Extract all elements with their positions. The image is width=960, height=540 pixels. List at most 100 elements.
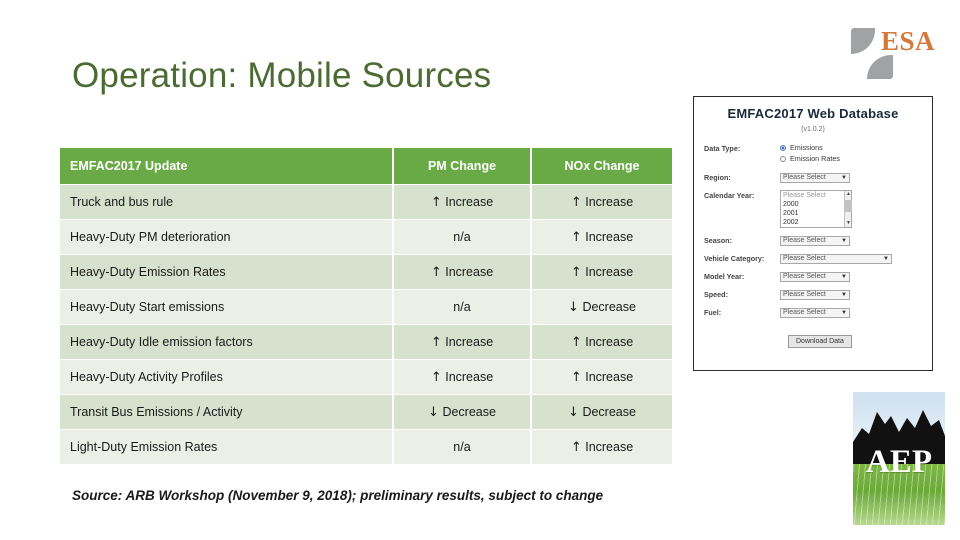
cell-nox-change: ↑ Increase bbox=[532, 255, 672, 289]
arrow-up-icon: ↑ bbox=[570, 229, 582, 245]
radio-emission-rates-label: Emission Rates bbox=[790, 154, 840, 163]
emfac-form: Data Type: Emissions Emission Rates Regi… bbox=[694, 143, 932, 348]
aep-logo-text: AEP bbox=[866, 444, 932, 480]
emfac-change-table: EMFAC2017 Update PM Change NOx Change Tr… bbox=[58, 147, 674, 465]
speed-select[interactable]: Please Select ▼ bbox=[780, 290, 850, 300]
region-label: Region: bbox=[704, 173, 731, 182]
cell-update-name: Heavy-Duty Emission Rates bbox=[60, 255, 392, 289]
arrow-down-icon: ↓ bbox=[568, 404, 579, 420]
scrollbar-thumb[interactable] bbox=[845, 200, 852, 212]
calendar-year-option[interactable]: 2000 bbox=[781, 200, 851, 209]
model-year-label: Model Year: bbox=[704, 272, 745, 281]
cell-nox-change: ↑ Increase bbox=[532, 220, 672, 254]
cell-nox-label: Decrease bbox=[582, 299, 636, 314]
vehicle-category-select-value: Please Select bbox=[783, 255, 826, 262]
table-row: Heavy-Duty Idle emission factors ↑ Increa… bbox=[60, 325, 672, 359]
scroll-up-icon[interactable]: ▲ bbox=[845, 191, 852, 198]
arrow-down-icon: ↓ bbox=[568, 299, 579, 315]
cell-pm-label: n/a bbox=[453, 230, 471, 244]
cell-pm-label: Increase bbox=[445, 264, 494, 279]
cell-nox-change: ↓ Decrease bbox=[532, 290, 672, 324]
table-row: Truck and bus rule ↑ Increase ↑ Increase bbox=[60, 185, 672, 219]
cell-update-name: Light-Duty Emission Rates bbox=[60, 430, 392, 464]
model-year-select-value: Please Select bbox=[783, 273, 826, 280]
fuel-select-value: Please Select bbox=[783, 309, 826, 316]
season-select[interactable]: Please Select ▼ bbox=[780, 236, 850, 246]
arrow-up-icon: ↑ bbox=[570, 334, 582, 350]
calendar-year-listbox[interactable]: Please Select 2000 2001 2002 ▲ ▼ bbox=[780, 190, 852, 228]
calendar-year-option[interactable]: 2002 bbox=[781, 218, 851, 227]
region-select-value: Please Select bbox=[783, 174, 826, 181]
cell-update-name: Heavy-Duty PM deterioration bbox=[60, 220, 392, 254]
chevron-down-icon: ▼ bbox=[883, 256, 889, 262]
cell-update-name: Heavy-Duty Activity Profiles bbox=[60, 360, 392, 394]
cell-nox-label: Increase bbox=[585, 264, 634, 279]
arrow-up-icon: ↑ bbox=[430, 194, 442, 210]
cell-nox-change: ↑ Increase bbox=[532, 360, 672, 394]
cell-pm-label: n/a bbox=[453, 300, 471, 314]
cell-update-name: Heavy-Duty Start emissions bbox=[60, 290, 392, 324]
emfac-panel-title: EMFAC2017 Web Database bbox=[727, 106, 899, 121]
calendar-year-label: Calendar Year: bbox=[704, 191, 755, 200]
cell-pm-change: ↑ Increase bbox=[394, 325, 530, 359]
field-fuel: Fuel: Please Select ▼ bbox=[704, 307, 924, 318]
emfac-panel-version: (v1.0.2) bbox=[801, 126, 825, 133]
cell-update-name: Truck and bus rule bbox=[60, 185, 392, 219]
chevron-down-icon: ▼ bbox=[841, 274, 847, 280]
esa-swoosh-bottom-icon bbox=[867, 55, 893, 79]
emfac-web-database-screenshot: EMFAC2017 Web Database (v1.0.2) Data Typ… bbox=[693, 96, 933, 371]
cell-pm-change: n/a bbox=[394, 430, 530, 464]
table-row: Heavy-Duty Start emissions n/a ↓ Decrease bbox=[60, 290, 672, 324]
table-row: Heavy-Duty PM deterioration n/a ↑ Increase bbox=[60, 220, 672, 254]
cell-nox-change: ↑ Increase bbox=[532, 325, 672, 359]
esa-logo-text: ESA bbox=[881, 26, 936, 56]
column-header-pm-change: PM Change bbox=[394, 148, 530, 184]
cell-nox-label: Increase bbox=[585, 229, 634, 244]
cell-pm-change: ↑ Increase bbox=[394, 185, 530, 219]
chevron-down-icon: ▼ bbox=[841, 238, 847, 244]
field-model-year: Model Year: Please Select ▼ bbox=[704, 271, 924, 282]
speed-select-value: Please Select bbox=[783, 291, 826, 298]
column-header-nox-change: NOx Change bbox=[532, 148, 672, 184]
cell-nox-label: Decrease bbox=[582, 404, 636, 419]
cell-pm-change: n/a bbox=[394, 220, 530, 254]
field-calendar-year: Calendar Year: Please Select 2000 2001 2… bbox=[704, 190, 924, 228]
cell-nox-change: ↑ Increase bbox=[532, 430, 672, 464]
radio-emission-rates-icon[interactable] bbox=[780, 155, 786, 162]
radio-option-emission-rates[interactable]: Emission Rates bbox=[780, 154, 924, 163]
vehicle-category-select[interactable]: Please Select ▼ bbox=[780, 254, 892, 264]
esa-swoosh-top-icon bbox=[851, 28, 875, 54]
table-row: Heavy-Duty Emission Rates ↑ Increase ↑ Inc… bbox=[60, 255, 672, 289]
arrow-up-icon: ↑ bbox=[430, 264, 442, 280]
cell-nox-label: Increase bbox=[585, 369, 634, 384]
chevron-down-icon: ▼ bbox=[841, 175, 847, 181]
arrow-up-icon: ↑ bbox=[570, 194, 582, 210]
download-data-button[interactable]: Download Data bbox=[788, 335, 852, 348]
model-year-select[interactable]: Please Select ▼ bbox=[780, 272, 850, 282]
fuel-select[interactable]: Please Select ▼ bbox=[780, 308, 850, 318]
arrow-up-icon: ↑ bbox=[570, 264, 582, 280]
field-data-type: Data Type: Emissions Emission Rates bbox=[704, 143, 924, 165]
field-season: Season: Please Select ▼ bbox=[704, 235, 924, 246]
calendar-year-option[interactable]: Please Select bbox=[781, 191, 851, 200]
field-region: Region: Please Select ▼ bbox=[704, 172, 924, 183]
fuel-label: Fuel: bbox=[704, 308, 722, 317]
cell-pm-change: ↓ Decrease bbox=[394, 395, 530, 429]
cell-update-name: Transit Bus Emissions / Activity bbox=[60, 395, 392, 429]
aep-logo: AEP bbox=[853, 392, 945, 525]
cell-nox-label: Increase bbox=[585, 194, 634, 209]
scroll-down-icon[interactable]: ▼ bbox=[845, 220, 852, 227]
radio-emissions-icon[interactable] bbox=[780, 144, 786, 151]
cell-pm-change: ↑ Increase bbox=[394, 255, 530, 289]
calendar-year-scrollbar[interactable]: ▲ ▼ bbox=[844, 191, 852, 227]
cell-pm-label: Decrease bbox=[442, 404, 496, 419]
speed-label: Speed: bbox=[704, 290, 728, 299]
calendar-year-option[interactable]: 2001 bbox=[781, 209, 851, 218]
chevron-down-icon: ▼ bbox=[841, 292, 847, 298]
arrow-up-icon: ↑ bbox=[570, 369, 582, 385]
radio-option-emissions[interactable]: Emissions bbox=[780, 143, 924, 152]
esa-logo: ESA bbox=[849, 22, 955, 80]
table-row: Transit Bus Emissions / Activity ↓ Decrea… bbox=[60, 395, 672, 429]
region-select[interactable]: Please Select ▼ bbox=[780, 173, 850, 183]
table-row: Light-Duty Emission Rates n/a ↑ Increase bbox=[60, 430, 672, 464]
